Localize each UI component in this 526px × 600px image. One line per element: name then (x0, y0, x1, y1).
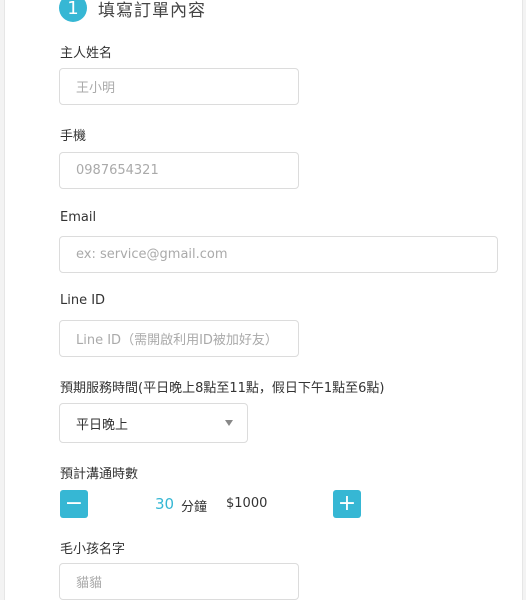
step-number-badge: 1 (59, 0, 87, 22)
line-id-label: Line ID (60, 293, 106, 308)
pet-name-label: 毛小孩名字 (60, 542, 126, 557)
phone-label: 手機 (60, 129, 87, 144)
duration-value: 30 (155, 495, 175, 513)
owner-name-label: 主人姓名 (60, 46, 113, 61)
step-title: 填寫訂單內容 (98, 0, 206, 21)
plus-icon: + (337, 491, 357, 516)
service-time-select[interactable]: 平日晚上 (59, 403, 248, 443)
email-label: Email (60, 210, 97, 225)
line-id-input[interactable]: Line ID（需開啟利用ID被加好友） (59, 320, 299, 357)
owner-name-input[interactable]: 王小明 (59, 68, 299, 105)
phone-input[interactable]: 0987654321 (59, 152, 299, 189)
service-time-selected: 平日晚上 (76, 417, 129, 433)
price-value: $1000 (226, 496, 268, 511)
email-input[interactable]: ex: service@gmail.com (59, 236, 498, 273)
caret-down-icon (225, 420, 233, 426)
increase-duration-button[interactable]: + (333, 490, 361, 518)
decrease-duration-button[interactable]: − (60, 490, 88, 518)
service-time-label: 預期服務時間(平日晚上8點至11點，假日下午1點至6點) (60, 381, 385, 396)
duration-unit: 分鐘 (181, 500, 208, 515)
step-header: 1 填寫訂單內容 (59, 0, 206, 22)
duration-label: 預計溝通時數 (60, 467, 139, 482)
minus-icon: − (64, 491, 84, 516)
pet-name-input[interactable]: 貓貓 (59, 563, 299, 600)
